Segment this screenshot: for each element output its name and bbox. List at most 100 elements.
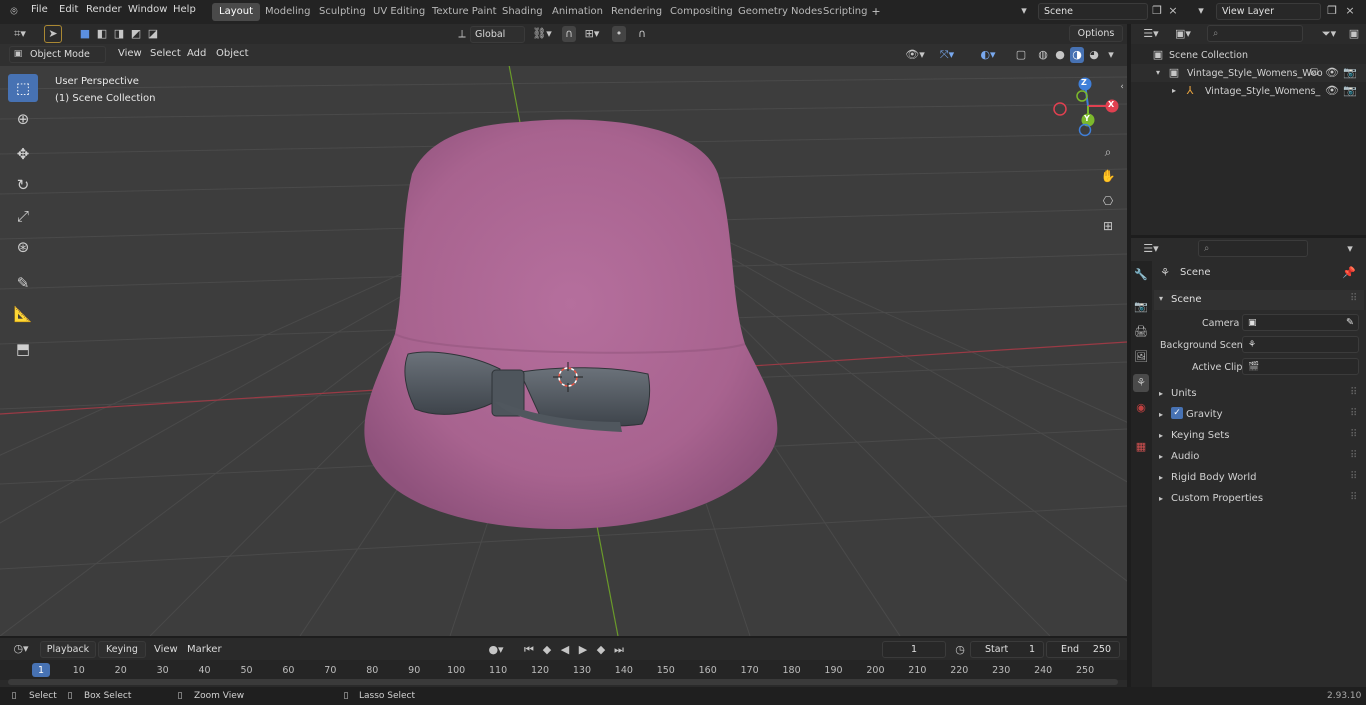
drag-handle-icon[interactable]: ⠿	[1350, 450, 1357, 461]
active-clip-field[interactable]: 🎬	[1242, 358, 1359, 375]
start-frame-field[interactable]: Start 1	[970, 641, 1044, 658]
new-view-layer-icon[interactable]: ❐	[1325, 3, 1339, 19]
pivot-point-icon[interactable]: ⛓▾	[530, 26, 554, 42]
zoom-icon[interactable]: ⌕	[1100, 144, 1116, 160]
gizmo-z-label[interactable]: Z	[1081, 78, 1087, 87]
falloff-icon[interactable]: ∩	[630, 26, 654, 42]
outliner-row-object[interactable]: ▸ ⅄ Vintage_Style_Womens_ 👁 📷	[1131, 82, 1366, 100]
menu-help[interactable]: Help	[173, 4, 196, 15]
select-box-tool-icon[interactable]: ⬚	[8, 74, 38, 102]
playback-menu[interactable]: Playback	[40, 641, 96, 658]
proportional-edit-icon[interactable]: •	[612, 26, 626, 42]
add-workspace-icon[interactable]: +	[869, 4, 883, 20]
move-tool-icon[interactable]: ✥	[8, 140, 38, 168]
mode-invert-icon[interactable]: ◩	[129, 26, 143, 42]
drag-handle-icon[interactable]: ⠿	[1350, 492, 1357, 503]
keying-menu[interactable]: Keying	[98, 641, 146, 658]
tab-compositing[interactable]: Compositing	[663, 3, 740, 21]
annotate-tool-icon[interactable]: ✎	[8, 269, 38, 297]
select-tool-icon[interactable]: ➤	[44, 25, 62, 43]
blender-logo-icon[interactable]: ⌾	[6, 3, 22, 19]
gizmo-x-label[interactable]: X	[1108, 100, 1114, 109]
new-collection-icon[interactable]: ▣	[1347, 26, 1361, 42]
next-keyframe-icon[interactable]: ◆	[594, 642, 608, 658]
background-scene-field[interactable]: ⚘	[1242, 336, 1359, 353]
viewport-menu-add[interactable]: Add	[187, 48, 206, 59]
gizmo-y-label[interactable]: Y	[1084, 114, 1090, 123]
rendered-shading-icon[interactable]: ◕	[1087, 47, 1101, 63]
ortho-toggle-icon[interactable]: ⊞	[1100, 218, 1116, 234]
properties-options-icon[interactable]: ▾	[1343, 241, 1357, 257]
tab-geometry-nodes[interactable]: Geometry Nodes	[731, 3, 829, 21]
auto-keying-icon[interactable]: ●▾	[481, 642, 511, 658]
panel-rigid-body-world[interactable]: ▸ Rigid Body World ⠿	[1154, 469, 1364, 487]
eye-icon[interactable]: 👁	[1325, 65, 1339, 81]
tab-rendering[interactable]: Rendering	[604, 3, 669, 21]
cursor-tool-icon[interactable]: ⊕	[8, 105, 38, 133]
output-tab-icon[interactable]: 🖨	[1133, 323, 1149, 341]
drag-handle-icon[interactable]: ⠿	[1350, 293, 1357, 304]
outliner-search-input[interactable]: ⌕	[1207, 25, 1303, 42]
eye-icon[interactable]: 👁	[1325, 83, 1339, 99]
play-reverse-icon[interactable]: ◀	[558, 642, 572, 658]
visibility-filter-icon[interactable]: 👁▾	[903, 47, 927, 63]
viewport-canvas[interactable]	[0, 44, 1127, 636]
mode-extend-icon[interactable]: ◧	[95, 26, 109, 42]
add-cube-tool-icon[interactable]: ⬒	[8, 335, 38, 363]
scale-tool-icon[interactable]: ⤢	[8, 202, 38, 230]
gizmo-toggle-icon[interactable]: ⤧▾	[933, 47, 961, 63]
sidebar-toggle-icon[interactable]: ‹	[1118, 79, 1126, 95]
tab-animation[interactable]: Animation	[545, 3, 610, 21]
tab-uv-editing[interactable]: UV Editing	[366, 3, 432, 21]
render-camera-icon[interactable]: 📷	[1343, 65, 1357, 81]
menu-edit[interactable]: Edit	[59, 4, 78, 15]
snap-icon[interactable]: ∩	[562, 26, 576, 42]
menu-file[interactable]: File	[31, 4, 48, 15]
expand-arrow-icon[interactable]: ▸	[1169, 83, 1179, 99]
render-camera-icon[interactable]: 📷	[1343, 83, 1357, 99]
material-shading-icon[interactable]: ◑	[1070, 47, 1084, 63]
scene-section-header[interactable]: ▾ Scene ⠿	[1154, 290, 1364, 310]
exclude-checkbox-icon[interactable]: ☑	[1307, 65, 1321, 81]
prev-keyframe-icon[interactable]: ◆	[540, 642, 554, 658]
new-scene-icon[interactable]: ❐	[1150, 3, 1164, 19]
mode-new-icon[interactable]: ■	[78, 26, 92, 42]
play-icon[interactable]: ▶	[576, 642, 590, 658]
viewport-menu-select[interactable]: Select	[150, 48, 181, 59]
tab-sculpting[interactable]: Sculpting	[312, 3, 373, 21]
wireframe-shading-icon[interactable]: ◍	[1036, 47, 1050, 63]
3d-viewport[interactable]	[0, 44, 1127, 636]
scene-selector-icon[interactable]: ▾	[1014, 3, 1034, 19]
transform-orientation-dropdown[interactable]: Global	[470, 26, 525, 43]
editor-type-icon[interactable]: ⌗▾	[8, 26, 32, 42]
end-frame-field[interactable]: End 250	[1046, 641, 1120, 658]
timeline-editor-type-icon[interactable]: ◷▾	[8, 641, 34, 657]
view-layer-tab-icon[interactable]: 🖼	[1133, 348, 1149, 366]
drag-handle-icon[interactable]: ⠿	[1350, 387, 1357, 398]
camera-view-icon[interactable]: ⎔	[1100, 193, 1116, 209]
panel-gravity[interactable]: ▸ ✓ Gravity ⠿	[1154, 406, 1364, 424]
properties-search-input[interactable]: ⌕	[1198, 240, 1308, 257]
view-layer-selector-icon[interactable]: ▾	[1190, 3, 1212, 19]
panel-custom-properties[interactable]: ▸ Custom Properties ⠿	[1154, 490, 1364, 508]
expand-arrow-icon[interactable]: ▾	[1153, 65, 1163, 81]
texture-tab-icon[interactable]: ▦	[1133, 438, 1149, 456]
view-layer-field[interactable]: View Layer	[1216, 3, 1321, 20]
pan-hand-icon[interactable]: ✋	[1100, 168, 1116, 184]
timeline-menu-marker[interactable]: Marker	[187, 644, 222, 655]
menu-window[interactable]: Window	[128, 4, 167, 15]
render-tab-icon[interactable]: 📷	[1133, 298, 1149, 316]
filter-icon[interactable]: ⏷▾	[1317, 26, 1341, 42]
tab-texture-paint[interactable]: Texture Paint	[425, 3, 504, 21]
properties-editor-type-icon[interactable]: ☰▾	[1139, 241, 1163, 257]
current-frame-field[interactable]: 1	[882, 641, 946, 658]
mode-subtract-icon[interactable]: ◨	[112, 26, 126, 42]
panel-keying-sets[interactable]: ▸ Keying Sets ⠿	[1154, 427, 1364, 445]
snap-target-icon[interactable]: ⊞▾	[580, 26, 604, 42]
options-dropdown[interactable]: Options	[1069, 25, 1123, 42]
outliner-row-scene-collection[interactable]: ▣ Scene Collection	[1131, 46, 1366, 64]
viewport-menu-view[interactable]: View	[118, 48, 142, 59]
measure-tool-icon[interactable]: 📐	[8, 300, 38, 328]
drag-handle-icon[interactable]: ⠿	[1350, 429, 1357, 440]
camera-field[interactable]: ▣ ✎	[1242, 314, 1359, 331]
